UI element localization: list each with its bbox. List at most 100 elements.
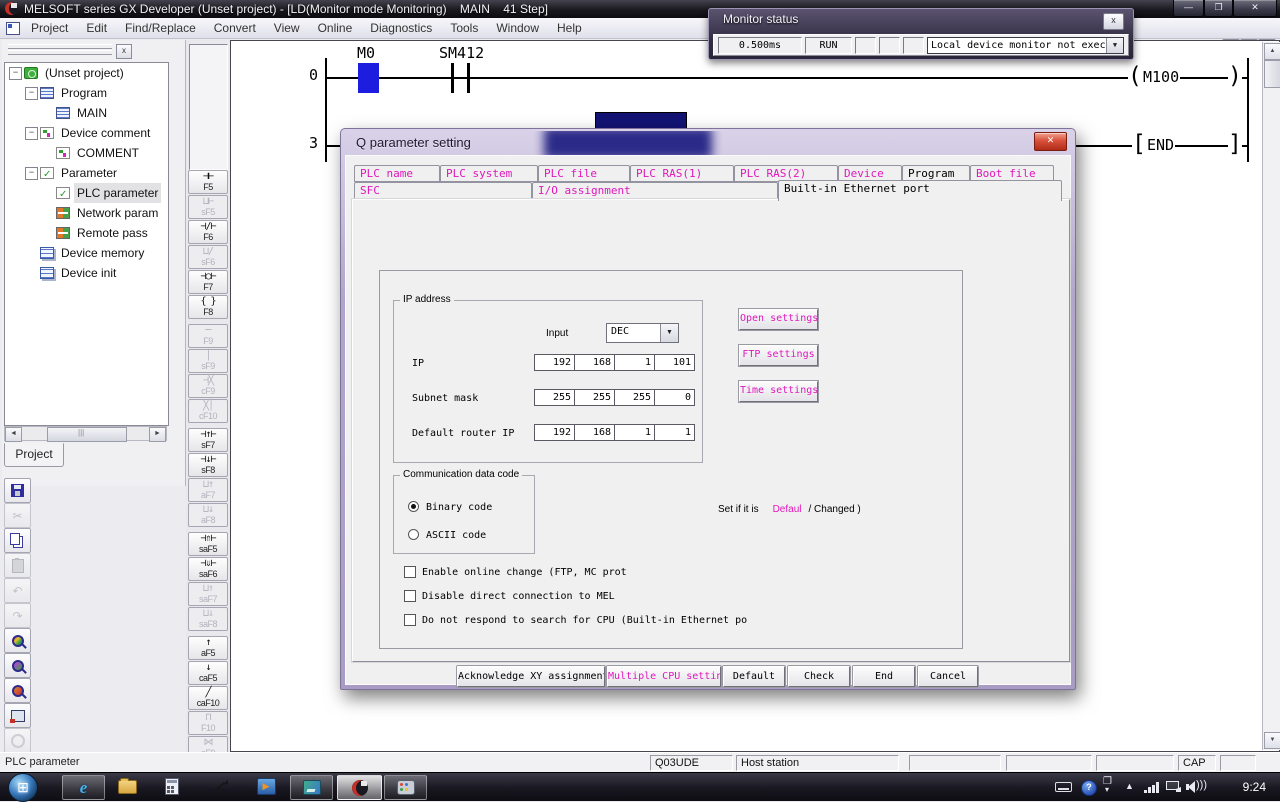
taskbar-clock[interactable]: 9:24 [1243,780,1266,794]
expand-toggle-icon[interactable]: − [25,87,38,100]
tree-item-device-comment[interactable]: −Device comment [5,123,168,143]
toolbar-grip[interactable] [8,44,112,49]
tree-item-comment[interactable]: COMMENT [5,143,168,163]
tool-caf10-button[interactable]: ╱caF10 [188,686,228,710]
cancel-button[interactable]: Cancel [918,666,978,687]
tool-sf8-button[interactable]: ⊣↓⊢sF8 [188,453,228,477]
tool-sf7-button[interactable]: ⊣↑⊢sF7 [188,428,228,452]
menu-view[interactable]: View [265,18,309,38]
time-settings-button[interactable]: Time settings [739,381,818,402]
tab-plc-file[interactable]: PLC file [538,165,630,182]
menu-project[interactable]: Project [22,18,77,38]
keyboard-tray-icon[interactable] [1055,782,1072,792]
monitor-status-close-icon[interactable]: x [1103,13,1124,30]
maximize-button[interactable]: ❐ [1204,0,1233,17]
checkbox-disable-direct-connect[interactable] [404,590,416,602]
octet-subnet-mask-3[interactable]: 0 [654,389,695,406]
octet-default-router-ip-2[interactable]: 1 [614,424,655,441]
tree-item-unset-project[interactable]: −(Unset project) [5,63,168,83]
expand-toggle-icon[interactable]: − [9,67,22,80]
scroll-left-icon[interactable]: ◄ [5,427,22,442]
expand-toggle-icon[interactable]: − [25,167,38,180]
taskbar-calculator-button[interactable] [159,775,185,798]
tool-saf6-button[interactable]: ⊣⇓⊢saF6 [188,557,228,581]
volume-tray-icon[interactable]: ))) [1186,781,1204,793]
tree-item-remote-pass[interactable]: Remote pass [5,223,168,243]
copy-button[interactable] [4,528,31,553]
toolbar-grip[interactable] [8,50,112,55]
signal-strength-icon[interactable] [1144,782,1160,793]
ladder-vscrollbar[interactable]: ▲ ▼ [1262,42,1280,750]
radio-ascii-code[interactable] [408,529,419,540]
dialog-close-button[interactable]: ✕ [1034,132,1067,151]
scroll-up-icon[interactable]: ▲ [1264,43,1280,60]
menu-find-replace[interactable]: Find/Replace [116,18,205,38]
menu-help[interactable]: Help [548,18,591,38]
tool-f6-button[interactable]: ⊣/⊢F6 [188,220,228,244]
default-button[interactable]: Default [723,666,785,687]
tree-item-network-param[interactable]: Network param [5,203,168,223]
device-monitor-dropdown[interactable]: Local device monitor not execu ▼ [927,37,1124,54]
ftp-settings-button[interactable]: FTP settings [739,345,818,366]
start-button[interactable]: ⊞ [8,773,38,802]
tool-f7-button[interactable]: ⊣○⊢F7 [188,270,228,294]
menu-convert[interactable]: Convert [205,18,265,38]
menu-diagnostics[interactable]: Diagnostics [361,18,441,38]
tool-f5-button[interactable]: ⊣⊢F5 [188,170,228,194]
taskbar-explorer-button[interactable] [114,775,140,798]
end-instruction[interactable]: END [1146,136,1175,154]
close-button[interactable]: ✕ [1233,0,1277,17]
tab-built-in-ethernet-port[interactable]: Built-in Ethernet port [778,180,1062,201]
save-button[interactable] [4,478,31,503]
octet-ip-2[interactable]: 1 [614,354,655,371]
tool-af5-button[interactable]: ↑aF5 [188,636,228,660]
dialog-titlebar[interactable]: Q parameter setting [344,131,1072,155]
tab-plc-system[interactable]: PLC system [440,165,538,182]
dropdown-arrow-icon[interactable]: ▼ [1106,38,1123,53]
network-tray-icon[interactable] [1166,781,1179,790]
taskbar-media-player-button[interactable]: ▶ [252,775,280,798]
contact-m0-energized[interactable] [358,63,379,93]
input-format-dropdown[interactable]: DEC ▼ [606,323,679,343]
project-panel-close-icon[interactable]: x [116,44,132,59]
tool-caf5-button[interactable]: ↓caF5 [188,661,228,685]
menu-edit[interactable]: Edit [77,18,116,38]
check-button[interactable]: Check [788,666,850,687]
buffer-monitor-button[interactable] [4,678,31,703]
menu-window[interactable]: Window [487,18,548,38]
scroll-down-icon[interactable]: ▼ [1264,732,1280,749]
scroll-right-icon[interactable]: ► [149,427,166,442]
multiple-cpu-settings-button[interactable]: Multiple CPU settings [607,666,721,687]
checkbox-enable-online-change[interactable] [404,566,416,578]
radio-binary-code[interactable] [408,501,419,512]
taskbar-pinned-app-button[interactable] [207,775,233,798]
menu-online[interactable]: Online [309,18,362,38]
tool-saf5-button[interactable]: ⊣⇑⊢saF5 [188,532,228,556]
octet-subnet-mask-2[interactable]: 255 [614,389,655,406]
project-tab[interactable]: Project [4,443,64,467]
open-settings-button[interactable]: Open settings [739,309,818,330]
ladder-monitor-button[interactable] [4,628,31,653]
show-hidden-icons-button[interactable]: ▲ [1125,781,1134,791]
tree-item-device-memory[interactable]: Device memory [5,243,168,263]
scrollbar-thumb[interactable] [1264,60,1280,88]
device-monitor-button[interactable] [4,653,31,678]
tree-item-device-init[interactable]: Device init [5,263,168,283]
scrollbar-thumb[interactable] [47,427,127,442]
octet-ip-1[interactable]: 168 [574,354,615,371]
end-button[interactable]: End [853,666,915,687]
tree-item-parameter[interactable]: −Parameter [5,163,168,183]
checkbox-do-not-respond-to-sear[interactable] [404,614,416,626]
octet-subnet-mask-1[interactable]: 255 [574,389,615,406]
acknowledge-xy-assignment-button[interactable]: Acknowledge XY assignment [457,666,605,687]
help-tray-icon[interactable]: ? [1081,780,1097,796]
octet-default-router-ip-1[interactable]: 168 [574,424,615,441]
project-tree-hscrollbar[interactable]: ◄ ► [4,426,167,441]
hidden-icons-icon[interactable]: ▾ [1105,785,1109,794]
coil-m100-label[interactable]: M100 [1142,68,1180,86]
expand-toggle-icon[interactable]: − [25,127,38,140]
tree-item-program[interactable]: −Program [5,83,168,103]
octet-subnet-mask-0[interactable]: 255 [534,389,575,406]
menu-tools[interactable]: Tools [441,18,487,38]
tree-item-main[interactable]: MAIN [5,103,168,123]
